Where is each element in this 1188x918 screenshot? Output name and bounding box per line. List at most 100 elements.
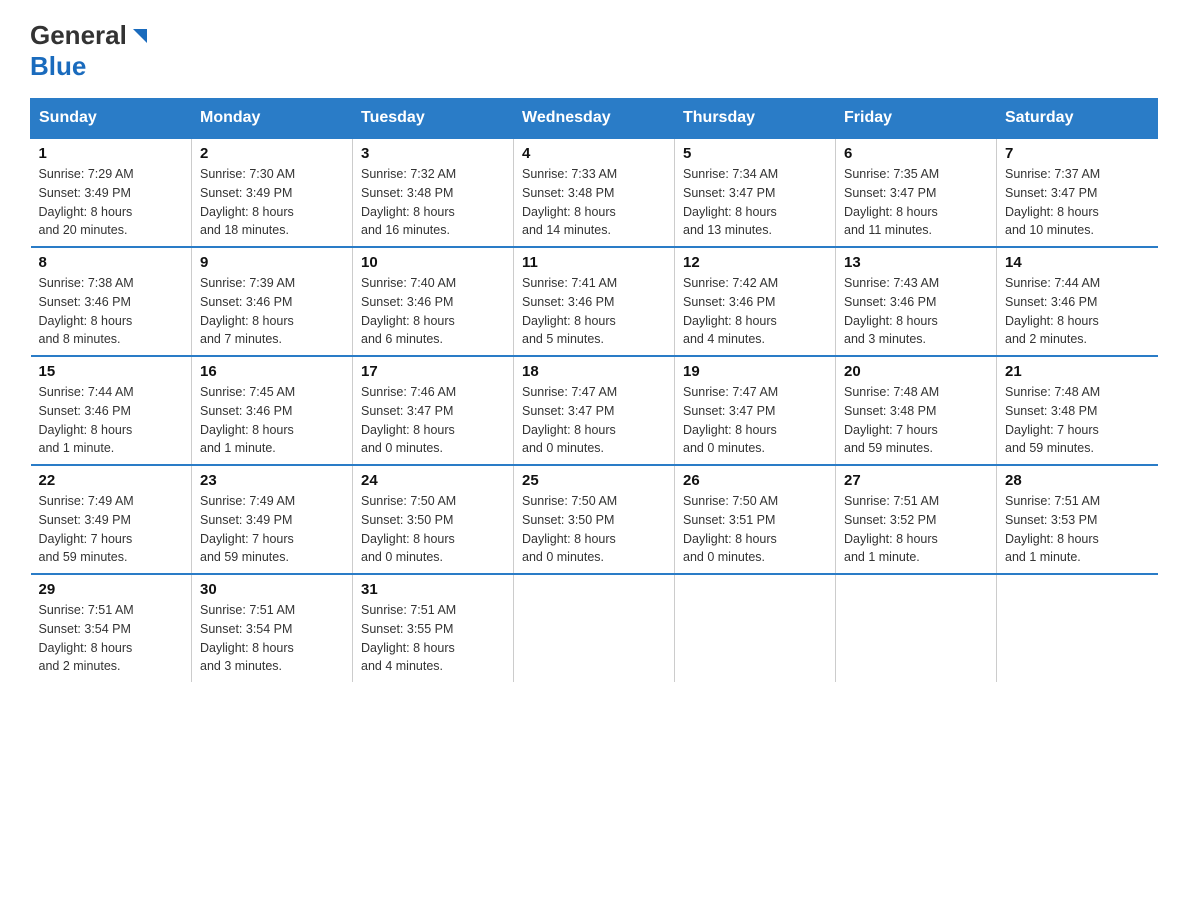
- calendar-cell-1: 1 Sunrise: 7:29 AMSunset: 3:49 PMDaylight…: [31, 138, 192, 247]
- day-info: Sunrise: 7:33 AMSunset: 3:48 PMDaylight:…: [522, 165, 666, 240]
- calendar-cell-25: 25 Sunrise: 7:50 AMSunset: 3:50 PMDayligh…: [514, 465, 675, 574]
- page-header: General Blue: [30, 20, 1158, 82]
- day-number: 28: [1005, 472, 1150, 489]
- day-info: Sunrise: 7:48 AMSunset: 3:48 PMDaylight:…: [844, 383, 988, 458]
- day-number: 21: [1005, 363, 1150, 380]
- day-number: 1: [39, 145, 184, 162]
- day-header-thursday: Thursday: [675, 99, 836, 139]
- day-number: 19: [683, 363, 827, 380]
- day-number: 20: [844, 363, 988, 380]
- day-number: 25: [522, 472, 666, 489]
- week-row-1: 1 Sunrise: 7:29 AMSunset: 3:49 PMDaylight…: [31, 138, 1158, 247]
- calendar-cell-16: 16 Sunrise: 7:45 AMSunset: 3:46 PMDayligh…: [192, 356, 353, 465]
- calendar-cell-30: 30Sunrise: 7:51 AMSunset: 3:54 PMDayligh…: [192, 574, 353, 682]
- calendar-cell-31: 31 Sunrise: 7:51 AMSunset: 3:55 PMDayligh…: [353, 574, 514, 682]
- day-header-tuesday: Tuesday: [353, 99, 514, 139]
- day-info: Sunrise: 7:47 AMSunset: 3:47 PMDaylight:…: [522, 383, 666, 458]
- calendar-cell-26: 26Sunrise: 7:50 AMSunset: 3:51 PMDayligh…: [675, 465, 836, 574]
- day-info: Sunrise: 7:49 AMSunset: 3:49 PMDaylight:…: [39, 492, 184, 567]
- day-info: Sunrise: 7:40 AMSunset: 3:46 PMDaylight:…: [361, 274, 505, 349]
- calendar-cell-20: 20 Sunrise: 7:48 AMSunset: 3:48 PMDayligh…: [836, 356, 997, 465]
- day-number: 11: [522, 254, 666, 271]
- calendar-cell-11: 11Sunrise: 7:41 AMSunset: 3:46 PMDayligh…: [514, 247, 675, 356]
- calendar-cell-18: 18 Sunrise: 7:47 AMSunset: 3:47 PMDayligh…: [514, 356, 675, 465]
- day-number: 16: [200, 363, 344, 380]
- day-info: Sunrise: 7:47 AMSunset: 3:47 PMDaylight:…: [683, 383, 827, 458]
- day-header-monday: Monday: [192, 99, 353, 139]
- day-info: Sunrise: 7:51 AMSunset: 3:52 PMDaylight:…: [844, 492, 988, 567]
- day-number: 26: [683, 472, 827, 489]
- day-number: 18: [522, 363, 666, 380]
- calendar-cell-4: 4 Sunrise: 7:33 AMSunset: 3:48 PMDaylight…: [514, 138, 675, 247]
- day-number: 7: [1005, 145, 1150, 162]
- day-number: 13: [844, 254, 988, 271]
- day-number: 24: [361, 472, 505, 489]
- calendar-cell-empty: [514, 574, 675, 682]
- day-number: 9: [200, 254, 344, 271]
- calendar-cell-empty: [675, 574, 836, 682]
- day-number: 3: [361, 145, 505, 162]
- calendar-cell-29: 29Sunrise: 7:51 AMSunset: 3:54 PMDayligh…: [31, 574, 192, 682]
- day-info: Sunrise: 7:50 AMSunset: 3:50 PMDaylight:…: [522, 492, 666, 567]
- week-row-5: 29Sunrise: 7:51 AMSunset: 3:54 PMDayligh…: [31, 574, 1158, 682]
- calendar-table: SundayMondayTuesdayWednesdayThursdayFrid…: [30, 98, 1158, 682]
- day-number: 2: [200, 145, 344, 162]
- day-info: Sunrise: 7:51 AMSunset: 3:53 PMDaylight:…: [1005, 492, 1150, 567]
- calendar-cell-21: 21Sunrise: 7:48 AMSunset: 3:48 PMDayligh…: [997, 356, 1158, 465]
- calendar-cell-3: 3 Sunrise: 7:32 AMSunset: 3:48 PMDaylight…: [353, 138, 514, 247]
- calendar-cell-15: 15Sunrise: 7:44 AMSunset: 3:46 PMDayligh…: [31, 356, 192, 465]
- calendar-cell-9: 9 Sunrise: 7:39 AMSunset: 3:46 PMDaylight…: [192, 247, 353, 356]
- day-number: 31: [361, 581, 505, 598]
- day-number: 30: [200, 581, 344, 598]
- day-number: 23: [200, 472, 344, 489]
- day-info: Sunrise: 7:34 AMSunset: 3:47 PMDaylight:…: [683, 165, 827, 240]
- day-info: Sunrise: 7:50 AMSunset: 3:50 PMDaylight:…: [361, 492, 505, 567]
- day-info: Sunrise: 7:51 AMSunset: 3:55 PMDaylight:…: [361, 601, 505, 676]
- day-info: Sunrise: 7:49 AMSunset: 3:49 PMDaylight:…: [200, 492, 344, 567]
- day-info: Sunrise: 7:32 AMSunset: 3:48 PMDaylight:…: [361, 165, 505, 240]
- calendar-cell-empty: [997, 574, 1158, 682]
- calendar-cell-empty: [836, 574, 997, 682]
- calendar-cell-6: 6Sunrise: 7:35 AMSunset: 3:47 PMDaylight…: [836, 138, 997, 247]
- calendar-header-row: SundayMondayTuesdayWednesdayThursdayFrid…: [31, 99, 1158, 139]
- week-row-2: 8 Sunrise: 7:38 AMSunset: 3:46 PMDaylight…: [31, 247, 1158, 356]
- day-number: 27: [844, 472, 988, 489]
- day-number: 4: [522, 145, 666, 162]
- day-info: Sunrise: 7:38 AMSunset: 3:46 PMDaylight:…: [39, 274, 184, 349]
- day-number: 14: [1005, 254, 1150, 271]
- calendar-cell-28: 28 Sunrise: 7:51 AMSunset: 3:53 PMDayligh…: [997, 465, 1158, 574]
- logo-triangle-icon: [129, 25, 151, 47]
- day-info: Sunrise: 7:29 AMSunset: 3:49 PMDaylight:…: [39, 165, 184, 240]
- day-number: 10: [361, 254, 505, 271]
- day-header-sunday: Sunday: [31, 99, 192, 139]
- calendar-cell-23: 23 Sunrise: 7:49 AMSunset: 3:49 PMDayligh…: [192, 465, 353, 574]
- calendar-cell-22: 22Sunrise: 7:49 AMSunset: 3:49 PMDayligh…: [31, 465, 192, 574]
- day-info: Sunrise: 7:45 AMSunset: 3:46 PMDaylight:…: [200, 383, 344, 458]
- day-info: Sunrise: 7:39 AMSunset: 3:46 PMDaylight:…: [200, 274, 344, 349]
- day-info: Sunrise: 7:42 AMSunset: 3:46 PMDaylight:…: [683, 274, 827, 349]
- calendar-cell-2: 2 Sunrise: 7:30 AMSunset: 3:49 PMDaylight…: [192, 138, 353, 247]
- calendar-cell-8: 8 Sunrise: 7:38 AMSunset: 3:46 PMDaylight…: [31, 247, 192, 356]
- day-info: Sunrise: 7:44 AMSunset: 3:46 PMDaylight:…: [1005, 274, 1150, 349]
- calendar-cell-13: 13 Sunrise: 7:43 AMSunset: 3:46 PMDayligh…: [836, 247, 997, 356]
- logo: General Blue: [30, 20, 151, 82]
- calendar-cell-24: 24 Sunrise: 7:50 AMSunset: 3:50 PMDayligh…: [353, 465, 514, 574]
- day-number: 29: [39, 581, 184, 598]
- calendar-cell-10: 10 Sunrise: 7:40 AMSunset: 3:46 PMDayligh…: [353, 247, 514, 356]
- calendar-cell-5: 5 Sunrise: 7:34 AMSunset: 3:47 PMDaylight…: [675, 138, 836, 247]
- day-number: 12: [683, 254, 827, 271]
- logo-general-text: General: [30, 20, 127, 51]
- calendar-cell-7: 7Sunrise: 7:37 AMSunset: 3:47 PMDaylight…: [997, 138, 1158, 247]
- day-number: 5: [683, 145, 827, 162]
- calendar-cell-17: 17Sunrise: 7:46 AMSunset: 3:47 PMDayligh…: [353, 356, 514, 465]
- day-number: 8: [39, 254, 184, 271]
- day-header-saturday: Saturday: [997, 99, 1158, 139]
- week-row-3: 15Sunrise: 7:44 AMSunset: 3:46 PMDayligh…: [31, 356, 1158, 465]
- day-info: Sunrise: 7:30 AMSunset: 3:49 PMDaylight:…: [200, 165, 344, 240]
- calendar-cell-19: 19 Sunrise: 7:47 AMSunset: 3:47 PMDayligh…: [675, 356, 836, 465]
- day-header-wednesday: Wednesday: [514, 99, 675, 139]
- logo-blue-text: Blue: [30, 51, 86, 81]
- day-info: Sunrise: 7:43 AMSunset: 3:46 PMDaylight:…: [844, 274, 988, 349]
- calendar-cell-14: 14 Sunrise: 7:44 AMSunset: 3:46 PMDayligh…: [997, 247, 1158, 356]
- day-info: Sunrise: 7:46 AMSunset: 3:47 PMDaylight:…: [361, 383, 505, 458]
